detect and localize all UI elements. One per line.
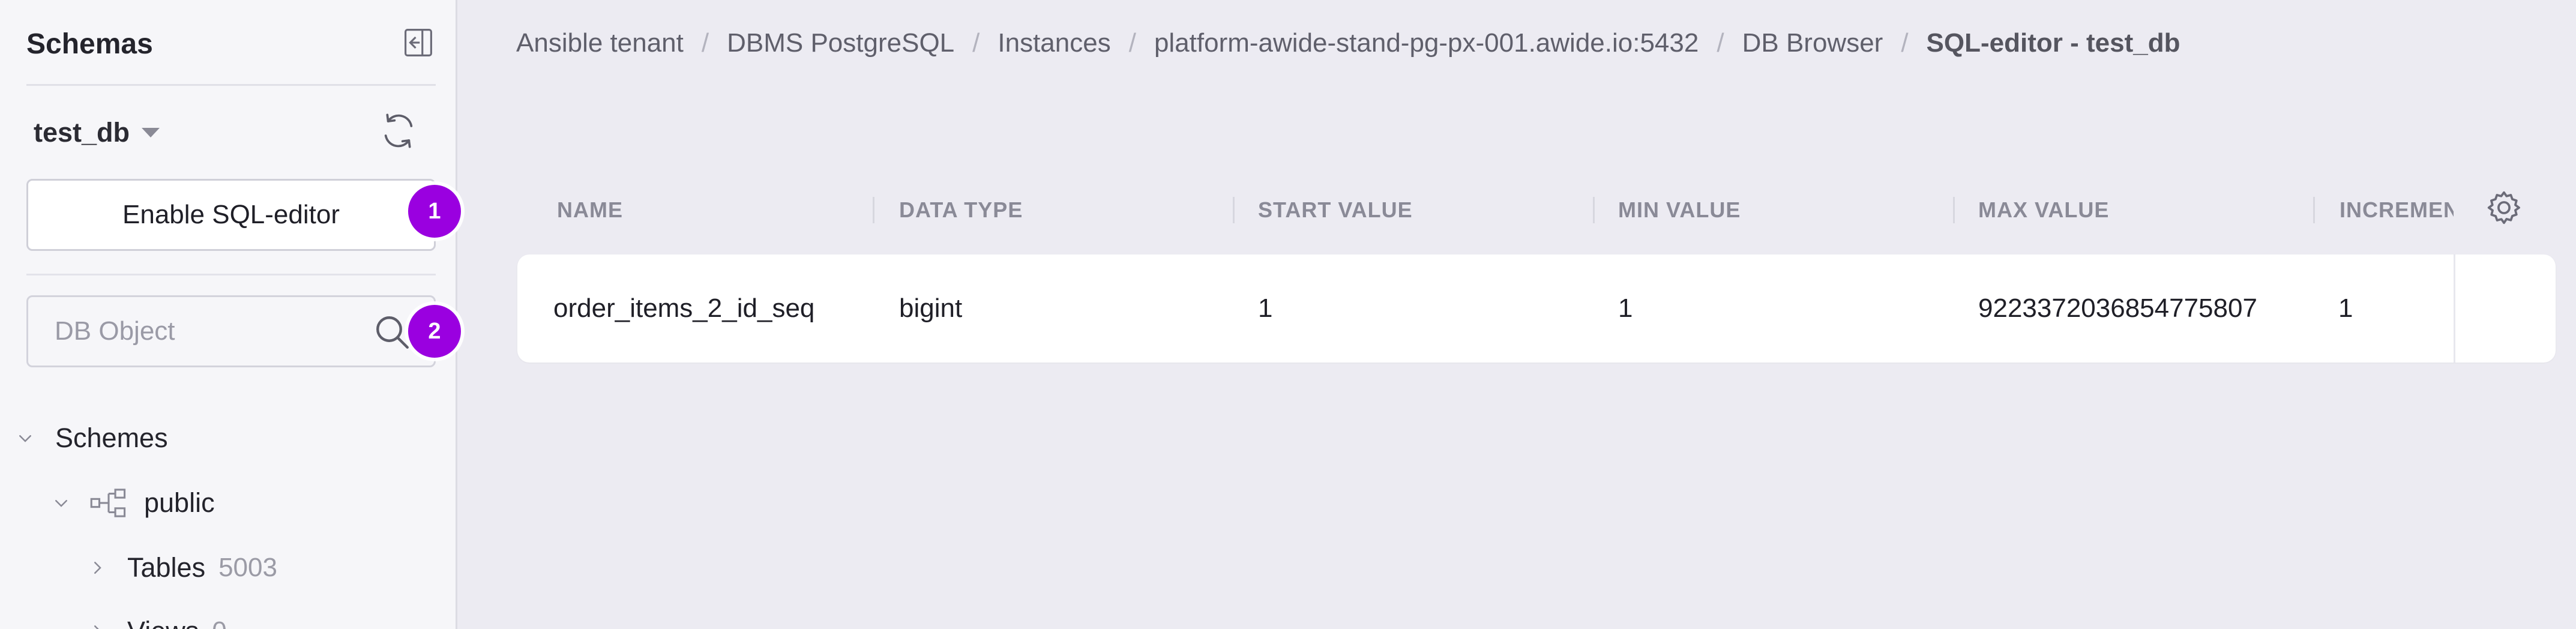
tree-count-tables: 5003	[218, 553, 277, 582]
breadcrumb-instance-host[interactable]: platform-awide-stand-pg-px-001.awide.io:…	[1154, 28, 1699, 58]
sidebar-divider	[26, 84, 436, 86]
table-settings-button[interactable]	[2481, 185, 2527, 230]
tree-label-public: public	[144, 487, 215, 518]
tree-label-tables: Tables	[127, 552, 206, 583]
breadcrumb-current-page: SQL-editor - test_db	[1926, 28, 2180, 58]
column-resize-handle[interactable]	[1953, 197, 1955, 223]
schema-icon	[90, 487, 127, 519]
search-icon[interactable]	[373, 313, 412, 352]
refresh-icon	[384, 113, 413, 148]
app-root: Schemas test_db Enable SQL-editor 1 DB O…	[0, 0, 2576, 629]
table-header: NAME DATA TYPE START VALUE MIN VALUE MAX…	[517, 192, 2454, 228]
tree-item-views[interactable]: Views 0	[84, 607, 227, 629]
collapse-sidebar-button[interactable]	[401, 25, 436, 60]
cell-data-type: bigint	[899, 293, 963, 323]
tree-item-tables[interactable]: Tables 5003	[84, 544, 277, 592]
column-header-data-type[interactable]: DATA TYPE	[899, 192, 1211, 228]
gear-icon	[2487, 191, 2520, 224]
breadcrumb-separator: /	[1128, 28, 1136, 58]
chevron-right-icon[interactable]	[84, 618, 110, 629]
database-name: test_db	[34, 117, 130, 148]
tree-label-schemes: Schemes	[55, 423, 168, 453]
breadcrumb-dbms-postgresql[interactable]: DBMS PostgreSQL	[727, 28, 954, 58]
column-resize-handle[interactable]	[1593, 197, 1595, 223]
sidebar-divider-2	[26, 274, 436, 275]
column-header-name[interactable]: NAME	[557, 192, 857, 228]
cell-increment: 1	[2338, 293, 2353, 323]
refresh-button[interactable]	[376, 108, 421, 154]
database-selector[interactable]: test_db	[34, 113, 160, 152]
column-header-increment[interactable]: INCREMENT	[2340, 192, 2454, 228]
row-actions-divider	[2454, 254, 2455, 363]
collapse-panel-icon	[405, 29, 432, 56]
sidebar: Schemas test_db Enable SQL-editor 1 DB O…	[0, 0, 461, 629]
step-badge-1: 1	[408, 185, 461, 238]
column-header-max-value[interactable]: MAX VALUE	[1978, 192, 2290, 228]
tree-label-views: Views	[127, 616, 199, 629]
column-header-start-value[interactable]: START VALUE	[1258, 192, 1570, 228]
table-row[interactable]: order_items_2_id_seq bigint 1 1 92233720…	[517, 254, 2556, 363]
column-resize-handle[interactable]	[1233, 197, 1235, 223]
cell-min-value: 1	[1618, 293, 1633, 323]
breadcrumb-instances[interactable]: Instances	[998, 28, 1110, 58]
caret-down-icon	[142, 128, 160, 137]
sidebar-title: Schemas	[26, 28, 153, 60]
column-header-min-value[interactable]: MIN VALUE	[1618, 192, 1930, 228]
cell-max-value: 9223372036854775807	[1978, 293, 2257, 323]
cell-name: order_items_2_id_seq	[553, 293, 815, 323]
breadcrumb-separator: /	[1901, 28, 1909, 58]
tree-item-public[interactable]: public	[48, 479, 215, 527]
db-object-search	[26, 295, 436, 367]
column-resize-handle[interactable]	[2313, 197, 2315, 223]
chevron-right-icon[interactable]	[84, 555, 110, 581]
chevron-down-icon[interactable]	[48, 490, 74, 516]
breadcrumb-separator: /	[701, 28, 709, 58]
sidebar-header: Schemas	[26, 23, 436, 62]
tree-count-views: 0	[212, 616, 226, 629]
column-resize-handle[interactable]	[873, 197, 874, 223]
enable-sql-editor-button[interactable]: Enable SQL-editor	[26, 179, 436, 251]
breadcrumb-separator: /	[1717, 28, 1724, 58]
tree-item-schemes[interactable]: Schemes	[12, 414, 168, 462]
breadcrumb-separator: /	[972, 28, 980, 58]
breadcrumb-ansible-tenant[interactable]: Ansible tenant	[516, 28, 684, 58]
breadcrumb-db-browser[interactable]: DB Browser	[1742, 28, 1883, 58]
step-badge-2: 2	[408, 305, 461, 358]
cell-start-value: 1	[1258, 293, 1273, 323]
chevron-down-icon[interactable]	[12, 425, 38, 451]
breadcrumb: Ansible tenant / DBMS PostgreSQL / Insta…	[516, 25, 2180, 61]
db-object-search-input[interactable]	[55, 313, 355, 350]
